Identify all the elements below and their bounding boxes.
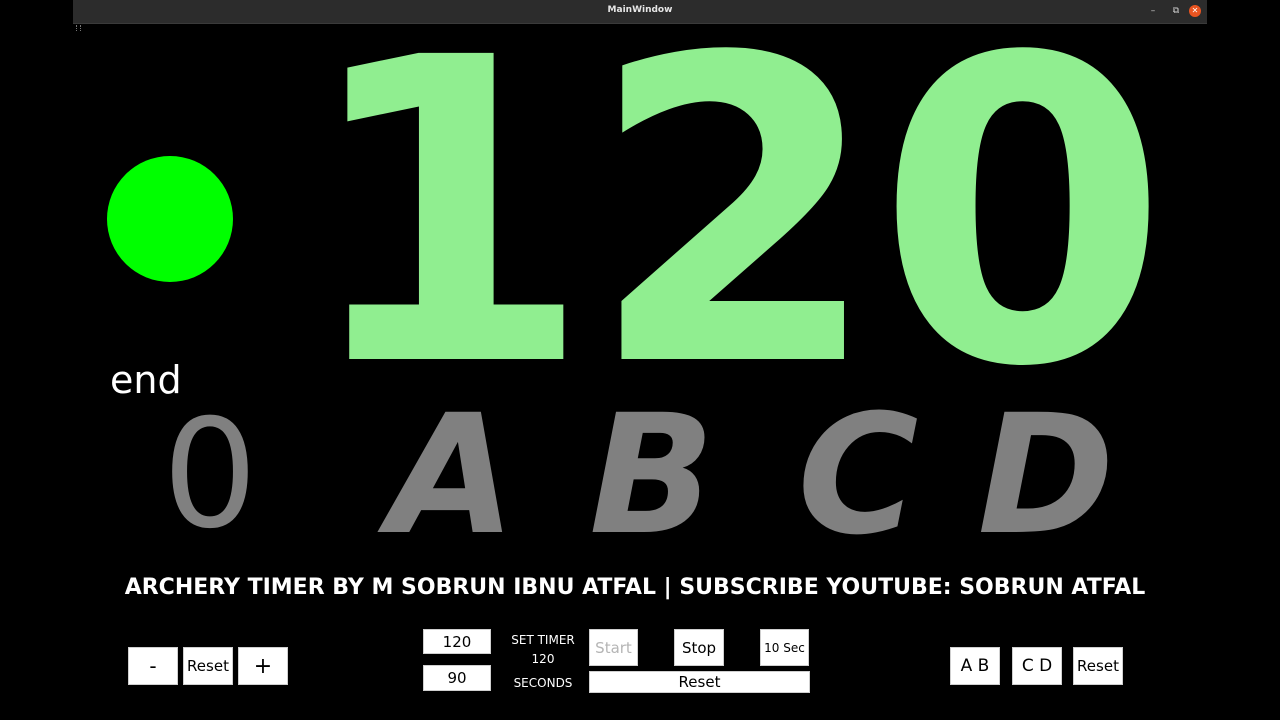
timer-preset-input-2[interactable] <box>423 665 491 691</box>
end-decrement-button[interactable]: - <box>128 647 178 685</box>
start-button[interactable]: Start <box>589 629 638 666</box>
group-letter-d: D <box>977 379 1115 571</box>
end-increment-button[interactable]: + <box>238 647 288 685</box>
credits-banner: ARCHERY TIMER BY M SOBRUN IBNU ATFAL | S… <box>124 575 1146 600</box>
group-ab-button[interactable]: A B <box>950 647 1000 685</box>
group-letter-c: C <box>797 379 919 571</box>
timer-preset-input-1[interactable] <box>423 629 491 654</box>
maximize-icon[interactable]: ⧉ <box>1170 5 1182 17</box>
status-light-indicator <box>107 156 233 282</box>
seconds-label: SECONDS <box>513 676 573 690</box>
stop-button[interactable]: Stop <box>674 629 724 666</box>
set-timer-value: 120 <box>531 652 555 666</box>
group-letter-a: A <box>388 379 516 571</box>
end-count-display: 0 <box>162 388 258 562</box>
ten-sec-button[interactable]: 10 Sec <box>760 629 809 666</box>
group-reset-button[interactable]: Reset <box>1073 647 1123 685</box>
end-reset-button[interactable]: Reset <box>183 647 233 685</box>
group-cd-button[interactable]: C D <box>1012 647 1062 685</box>
set-timer-label: SET TIMER <box>511 633 575 647</box>
countdown-display: 120 <box>300 0 1169 459</box>
group-letter-b: B <box>589 379 715 571</box>
toolbar-handle-icon[interactable] <box>76 25 81 31</box>
close-icon[interactable]: ✕ <box>1189 5 1201 17</box>
timer-reset-button[interactable]: Reset <box>589 671 810 693</box>
